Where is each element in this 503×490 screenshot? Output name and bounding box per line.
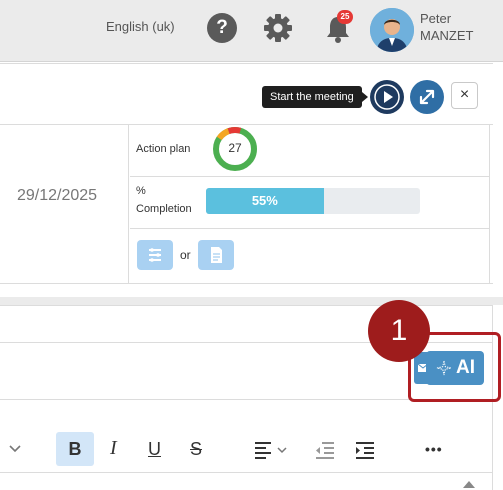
indent-icon[interactable] bbox=[354, 440, 376, 460]
italic-button[interactable]: I bbox=[110, 437, 117, 460]
strikethrough-button[interactable]: S bbox=[190, 439, 202, 460]
notification-badge: 25 bbox=[337, 10, 353, 24]
divider bbox=[130, 176, 489, 177]
document-icon bbox=[211, 247, 222, 263]
expand-icon bbox=[419, 89, 435, 105]
help-icon[interactable]: ? bbox=[207, 13, 237, 43]
close-button[interactable]: × bbox=[451, 82, 478, 109]
avatar[interactable] bbox=[370, 8, 414, 52]
user-avatar-icon bbox=[370, 8, 414, 52]
user-last-name: MANZET bbox=[420, 28, 474, 43]
language-selector[interactable]: English (uk) bbox=[106, 19, 175, 34]
bold-button[interactable]: B bbox=[56, 432, 94, 466]
divider bbox=[0, 283, 493, 284]
or-label: or bbox=[180, 248, 191, 262]
user-first-name: Peter bbox=[420, 11, 452, 26]
action-plan-donut[interactable]: 27 bbox=[210, 124, 260, 174]
list-view-button[interactable] bbox=[137, 240, 173, 270]
divider bbox=[0, 305, 493, 306]
section-separator bbox=[0, 297, 503, 305]
top-bar: English (uk) ? 25 Peter MANZET bbox=[0, 0, 503, 62]
divider bbox=[0, 63, 493, 64]
scroll-up-arrow[interactable] bbox=[463, 481, 475, 488]
outdent-icon[interactable] bbox=[314, 440, 336, 460]
play-icon bbox=[374, 84, 400, 110]
document-button[interactable] bbox=[198, 240, 234, 270]
divider bbox=[130, 228, 489, 229]
list-icon bbox=[149, 248, 161, 262]
divider bbox=[128, 124, 129, 283]
fullscreen-button[interactable] bbox=[410, 80, 444, 114]
underline-button[interactable]: U bbox=[148, 439, 161, 460]
completion-label: Completion bbox=[136, 203, 192, 215]
start-meeting-tooltip: Start the meeting bbox=[262, 86, 368, 108]
start-meeting-button[interactable] bbox=[370, 80, 404, 114]
align-left-icon[interactable] bbox=[253, 440, 289, 460]
gear-icon[interactable] bbox=[262, 12, 294, 44]
completion-percent-label: % bbox=[136, 185, 146, 197]
meeting-date: 29/12/2025 bbox=[17, 187, 98, 204]
step-number-badge: 1 bbox=[368, 300, 430, 362]
completion-progress-fill: 55% bbox=[206, 188, 324, 214]
divider bbox=[489, 124, 490, 283]
action-plan-label: Action plan bbox=[136, 143, 191, 155]
action-plan-count: 27 bbox=[228, 141, 242, 155]
completion-progress-bar: 55% bbox=[206, 188, 420, 214]
more-options-button[interactable]: ••• bbox=[425, 441, 443, 457]
divider bbox=[0, 472, 493, 473]
chevron-down-icon[interactable] bbox=[8, 444, 22, 454]
